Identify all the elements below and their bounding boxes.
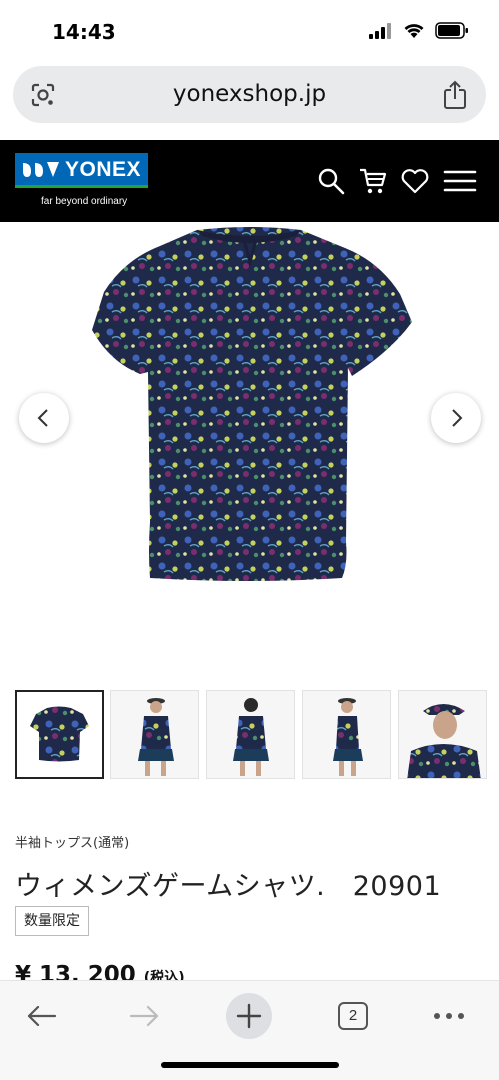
tab-switcher-icon: 2: [338, 1002, 368, 1030]
search-icon[interactable]: [316, 166, 346, 196]
status-icons: [369, 22, 469, 39]
thumb-model-side[interactable]: [302, 690, 391, 779]
carousel-prev-button[interactable]: [19, 393, 69, 443]
product-title: ウィメンズゲームシャツ. 20901: [15, 871, 442, 902]
product-image-carousel[interactable]: [0, 222, 499, 662]
address-bar[interactable]: yonexshop.jp: [13, 66, 486, 123]
forward-arrow-icon: [129, 1005, 159, 1027]
battery-icon: [435, 22, 468, 39]
forward-button[interactable]: [122, 993, 168, 1039]
share-icon[interactable]: [442, 80, 468, 110]
more-button[interactable]: [426, 993, 472, 1039]
price-tax-label: (税込): [143, 970, 185, 980]
yonex-logo[interactable]: YONEX: [15, 153, 148, 188]
status-time: 14:43: [52, 20, 116, 44]
tab-switcher-button[interactable]: 2: [330, 993, 376, 1039]
thumb-shirt-front[interactable]: [15, 690, 104, 779]
carousel-next-button[interactable]: [431, 393, 481, 443]
yonex-logo-mark-icon: [23, 162, 59, 177]
new-tab-icon: [226, 993, 272, 1039]
wifi-icon: [404, 23, 424, 38]
product-price: ¥ 13, 200 (税込): [15, 960, 185, 980]
logo-text: YONEX: [65, 158, 142, 181]
tagline: far beyond ordinary: [41, 196, 128, 207]
product-image: [92, 227, 412, 581]
cart-icon[interactable]: [358, 166, 388, 196]
more-icon: [434, 1013, 464, 1019]
thumbnail-strip[interactable]: [15, 690, 499, 780]
site-header: YONEX far beyond ordinary: [0, 140, 499, 222]
thumb-model-front[interactable]: [110, 690, 199, 779]
home-indicator[interactable]: [161, 1062, 339, 1068]
status-bar: 14:43: [0, 0, 499, 62]
menu-icon[interactable]: [443, 166, 477, 196]
chevron-left-icon: [37, 409, 48, 427]
thumb-model-closeup[interactable]: [398, 690, 487, 779]
back-arrow-icon: [27, 1005, 57, 1027]
thumb-model-back[interactable]: [206, 690, 295, 779]
price-value: ¥ 13, 200: [15, 962, 136, 980]
heart-icon[interactable]: [400, 166, 430, 196]
url-text[interactable]: yonexshop.jp: [13, 81, 486, 107]
new-tab-button[interactable]: [226, 993, 272, 1039]
chevron-right-icon: [452, 409, 463, 427]
product-category: 半袖トップス(通常): [15, 836, 130, 851]
cellular-signal-icon: [369, 22, 391, 39]
limited-edition-badge: 数量限定: [15, 906, 89, 936]
back-button[interactable]: [18, 993, 64, 1039]
